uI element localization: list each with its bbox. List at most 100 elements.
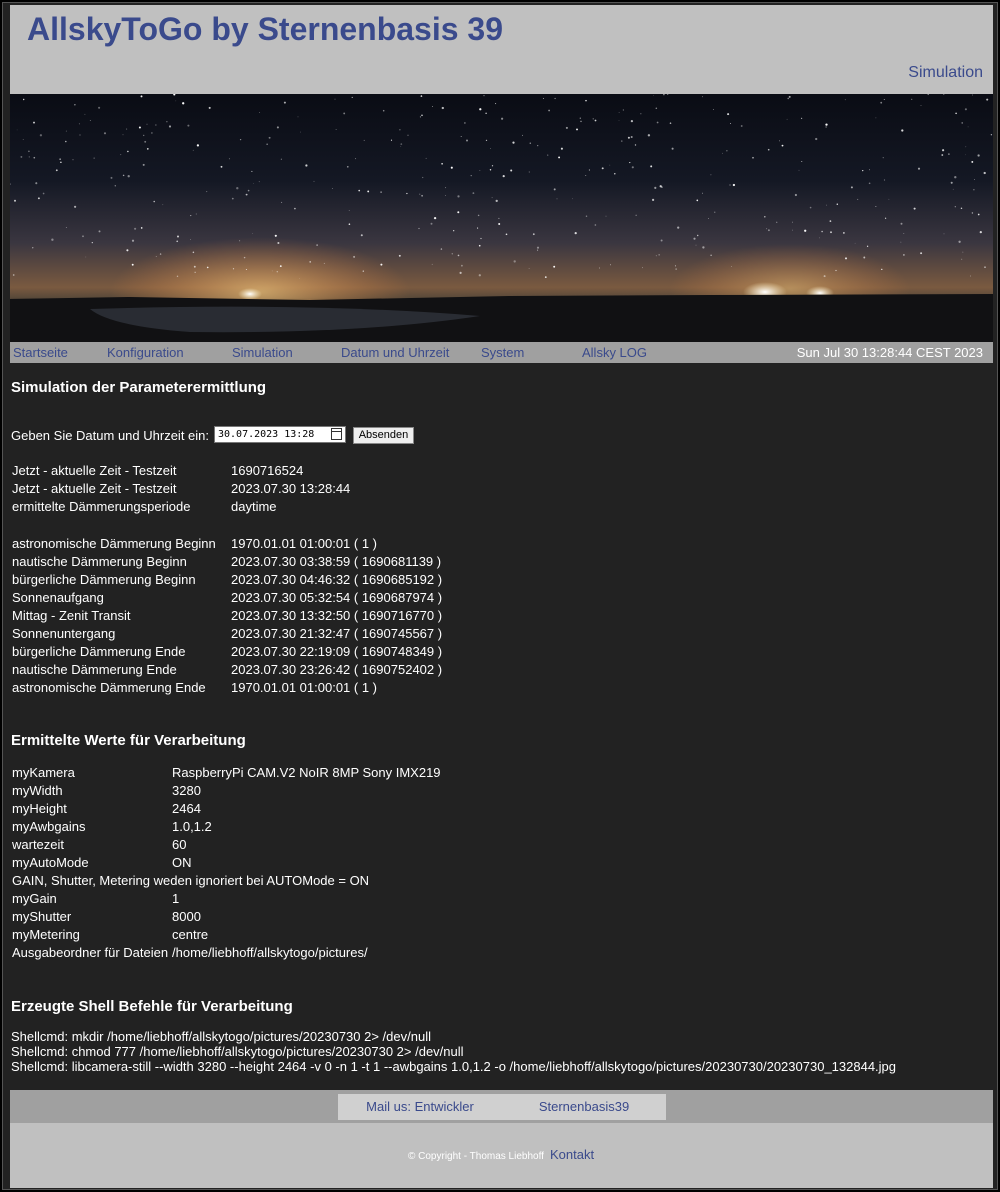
header-simulation-link[interactable]: Simulation bbox=[908, 64, 983, 82]
star bbox=[146, 123, 148, 125]
star bbox=[958, 240, 961, 243]
twilight-row-label: Mittag - Zenit Transit bbox=[12, 608, 131, 623]
star bbox=[528, 171, 530, 173]
nav-datum-uhrzeit[interactable]: Datum und Uhrzeit bbox=[341, 345, 449, 360]
star bbox=[943, 94, 945, 95]
star bbox=[65, 140, 67, 143]
star bbox=[708, 218, 709, 220]
star bbox=[93, 157, 95, 159]
star bbox=[778, 140, 780, 142]
star bbox=[764, 215, 766, 218]
star bbox=[714, 211, 716, 213]
star bbox=[836, 203, 839, 206]
star bbox=[351, 96, 353, 98]
star bbox=[712, 109, 714, 110]
star bbox=[732, 183, 736, 187]
nav-simulation[interactable]: Simulation bbox=[232, 345, 293, 360]
star bbox=[787, 97, 789, 100]
star bbox=[478, 244, 481, 247]
star bbox=[362, 270, 364, 272]
star bbox=[60, 161, 62, 164]
star bbox=[65, 227, 67, 229]
nav-allsky-log[interactable]: Allsky LOG bbox=[582, 345, 647, 360]
nav-startseite[interactable]: Startseite bbox=[13, 345, 68, 360]
star bbox=[599, 267, 600, 269]
star bbox=[792, 229, 793, 231]
star bbox=[433, 216, 437, 220]
star bbox=[594, 224, 597, 226]
footer-mail-link[interactable]: Mail us: Entwickler bbox=[338, 1094, 502, 1120]
star bbox=[431, 263, 433, 265]
star bbox=[144, 140, 147, 143]
twilight-row-value: 2023.07.30 21:32:47 ( 1690745567 ) bbox=[231, 626, 443, 641]
star bbox=[654, 186, 657, 189]
star bbox=[634, 144, 637, 146]
star bbox=[942, 149, 945, 152]
star bbox=[829, 220, 832, 222]
twilight-row-label: Sonnenaufgang bbox=[12, 590, 104, 605]
star bbox=[245, 268, 247, 271]
star bbox=[461, 264, 463, 267]
star bbox=[788, 95, 791, 98]
star bbox=[868, 169, 870, 171]
star bbox=[677, 226, 680, 229]
star bbox=[155, 124, 157, 126]
star bbox=[844, 99, 846, 101]
star bbox=[800, 117, 803, 120]
star bbox=[243, 256, 246, 259]
star bbox=[495, 103, 497, 105]
star bbox=[652, 95, 654, 96]
star bbox=[98, 106, 101, 109]
calendar-icon[interactable] bbox=[331, 428, 342, 440]
star bbox=[153, 200, 155, 203]
star bbox=[196, 144, 200, 147]
star bbox=[960, 207, 963, 210]
star bbox=[127, 150, 129, 153]
star bbox=[457, 211, 460, 214]
footer-sternenbasis-link[interactable]: Sternenbasis39 bbox=[502, 1094, 666, 1120]
star bbox=[965, 154, 967, 156]
star bbox=[726, 150, 728, 152]
star bbox=[78, 123, 80, 125]
star bbox=[627, 136, 630, 139]
star bbox=[655, 255, 657, 257]
star bbox=[23, 98, 25, 101]
star bbox=[490, 147, 491, 149]
star bbox=[283, 101, 286, 104]
star bbox=[702, 192, 703, 194]
star bbox=[14, 199, 16, 202]
star bbox=[961, 258, 963, 260]
star bbox=[190, 215, 192, 217]
value-row-label: myHeight bbox=[12, 801, 67, 816]
star bbox=[830, 231, 832, 234]
twilight-row-value: 2023.07.30 04:46:32 ( 1690685192 ) bbox=[231, 572, 443, 587]
star bbox=[964, 108, 967, 111]
shell-command-line: Shellcmd: libcamera-still --width 3280 -… bbox=[11, 1059, 897, 1074]
twilight-row-value: 2023.07.30 23:26:42 ( 1690752402 ) bbox=[231, 662, 443, 677]
value-row-label: wartezeit bbox=[12, 837, 65, 852]
star bbox=[331, 188, 333, 189]
star bbox=[297, 116, 299, 118]
kontakt-link[interactable]: Kontakt bbox=[550, 1147, 594, 1162]
star bbox=[382, 109, 385, 112]
star bbox=[441, 106, 444, 110]
nav-system[interactable]: System bbox=[481, 345, 524, 360]
star bbox=[485, 112, 487, 115]
star bbox=[972, 94, 973, 96]
star bbox=[542, 98, 544, 99]
datetime-input[interactable]: 30.07.2023 13:28 bbox=[214, 426, 346, 443]
nav-konfiguration[interactable]: Konfiguration bbox=[107, 345, 184, 360]
star bbox=[952, 188, 954, 190]
star bbox=[819, 237, 820, 239]
star bbox=[585, 175, 587, 176]
star bbox=[142, 134, 145, 137]
star bbox=[32, 247, 34, 249]
submit-button[interactable]: Absenden bbox=[353, 427, 414, 444]
star bbox=[110, 176, 113, 179]
datetime-input-value: 30.07.2023 13:28 bbox=[218, 429, 315, 440]
star bbox=[206, 191, 208, 193]
star bbox=[502, 175, 505, 178]
star bbox=[477, 214, 480, 217]
star bbox=[740, 125, 743, 127]
star bbox=[675, 268, 677, 270]
